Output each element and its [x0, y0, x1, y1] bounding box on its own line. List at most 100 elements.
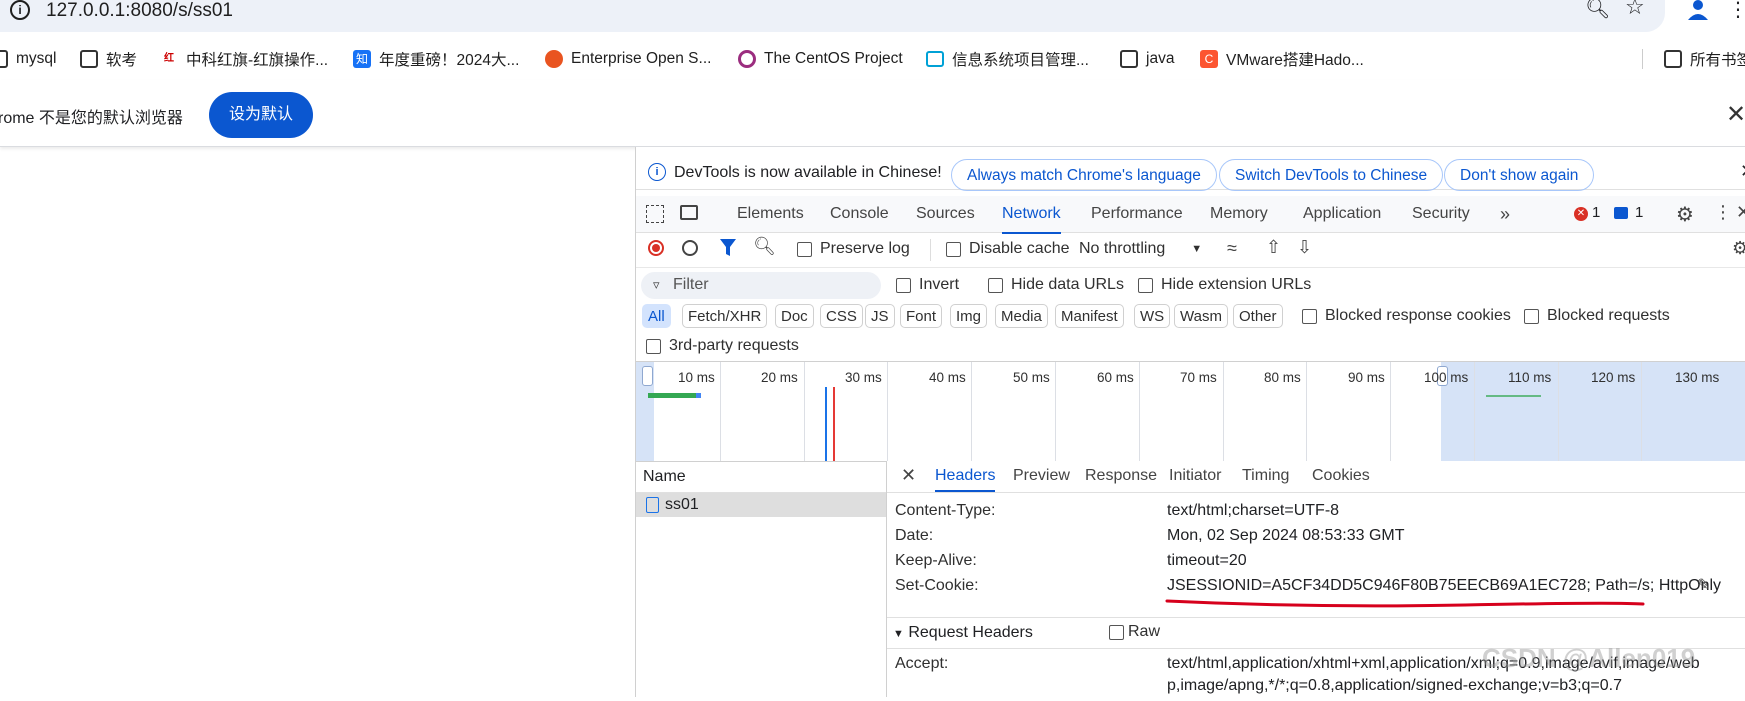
type-filter-img[interactable]: Img	[950, 304, 988, 328]
hide-data-urls-checkbox[interactable]: Hide data URLs	[988, 276, 1124, 294]
type-filter-css[interactable]: CSS	[820, 304, 863, 328]
close-icon[interactable]: ✕	[1740, 161, 1745, 182]
bookmark-java[interactable]: java	[1120, 44, 1174, 74]
type-filter-manifest[interactable]: Manifest	[1055, 304, 1124, 328]
type-filter-fetch[interactable]: Fetch/XHR	[682, 304, 768, 328]
name-column-header[interactable]: Name	[643, 468, 686, 486]
bookmark-star-icon[interactable]: ☆	[1625, 0, 1645, 20]
tab-headers[interactable]: Headers	[935, 461, 996, 492]
tab-initiator[interactable]: Initiator	[1169, 461, 1221, 490]
filter-input[interactable]: ▿ Filter	[641, 272, 881, 299]
more-options-icon[interactable]: ⋮	[1714, 202, 1732, 223]
bookmark-all[interactable]: 所有书签	[1664, 44, 1745, 74]
type-filter-other[interactable]: Other	[1233, 304, 1283, 328]
timeline-left-handle[interactable]	[642, 366, 653, 386]
header-key: Set-Cookie:	[895, 577, 979, 594]
network-conditions-icon[interactable]: ≈	[1227, 238, 1237, 259]
bookmark-divider	[1642, 49, 1643, 69]
network-overview-timeline[interactable]: 10 ms 20 ms 30 ms 40 ms 50 ms 60 ms 70 m…	[636, 361, 1745, 462]
tab-sources[interactable]: Sources	[916, 196, 975, 232]
tab-console[interactable]: Console	[830, 196, 889, 232]
set-default-button[interactable]: 设为默认	[209, 92, 313, 138]
error-count[interactable]: 1	[1592, 204, 1600, 221]
filter-icon[interactable]	[720, 239, 736, 262]
disable-cache-checkbox[interactable]: Disable cache	[946, 240, 1070, 258]
tab-performance[interactable]: Performance	[1091, 196, 1183, 232]
grid-line	[720, 362, 721, 461]
upload-icon[interactable]: ⇧	[1266, 237, 1281, 258]
blocked-cookies-checkbox[interactable]: Blocked response cookies	[1302, 307, 1511, 325]
type-filter-font[interactable]: Font	[900, 304, 943, 328]
settings-gear-icon[interactable]: ⚙	[1676, 202, 1694, 227]
more-tabs-icon[interactable]: »	[1500, 196, 1510, 232]
download-icon[interactable]: ⇩	[1297, 237, 1312, 258]
search-icon[interactable]: 🔍︎	[753, 236, 776, 257]
tab-elements[interactable]: Elements	[737, 196, 804, 232]
url-text[interactable]: 127.0.0.1:8080/s/ss01	[46, 0, 233, 24]
inspect-element-icon[interactable]	[646, 205, 664, 223]
tab-cookies[interactable]: Cookies	[1312, 461, 1370, 490]
type-filter-wasm[interactable]: Wasm	[1174, 304, 1228, 328]
switch-to-chinese-button[interactable]: Switch DevTools to Chinese	[1219, 159, 1444, 191]
checkbox[interactable]	[1138, 277, 1153, 293]
profile-avatar-icon[interactable]	[1686, 0, 1710, 20]
always-match-language-button[interactable]: Always match Chrome's language	[951, 159, 1217, 191]
tab-memory[interactable]: Memory	[1210, 196, 1268, 232]
bookmark-hongqi[interactable]: 红中科红旗-红旗操作...	[160, 44, 328, 74]
checkbox[interactable]	[896, 277, 911, 293]
type-filter-media[interactable]: Media	[995, 304, 1048, 328]
bookmark-zhihu[interactable]: 知年度重磅！2024大...	[353, 44, 519, 74]
type-filter-doc[interactable]: Doc	[775, 304, 814, 328]
checkbox[interactable]	[646, 338, 661, 354]
tab-timing[interactable]: Timing	[1242, 461, 1289, 490]
request-bar-selected	[1486, 395, 1541, 397]
request-name[interactable]: ss01	[665, 496, 699, 514]
omnibox[interactable]: i 127.0.0.1:8080/s/ss01 🔍︎ ☆	[0, 0, 1665, 32]
bookmark-xinxi[interactable]: 信息系统项目管理...	[926, 44, 1089, 74]
clear-icon[interactable]	[682, 240, 698, 256]
request-headers-toggle[interactable]: ▼ Request Headers	[893, 624, 1033, 642]
bookmark-mysql[interactable]: mysql	[0, 44, 56, 74]
type-filter-ws[interactable]: WS	[1134, 304, 1171, 328]
blocked-requests-checkbox[interactable]: Blocked requests	[1524, 307, 1670, 325]
message-icon[interactable]	[1614, 207, 1628, 219]
network-settings-icon[interactable]: ⚙	[1732, 238, 1745, 259]
checkbox[interactable]	[1302, 308, 1317, 324]
close-icon[interactable]: ✕	[1726, 100, 1745, 129]
zoom-icon[interactable]: 🔍︎	[1585, 0, 1610, 21]
checkbox[interactable]	[946, 241, 961, 257]
edit-pencil-icon[interactable]: ✎	[1697, 575, 1710, 595]
bookmark-label: 信息系统项目管理...	[952, 52, 1089, 69]
raw-checkbox[interactable]: Raw	[1109, 623, 1160, 641]
tab-security[interactable]: Security	[1412, 196, 1470, 232]
tab-application[interactable]: Application	[1303, 196, 1381, 232]
throttling-select[interactable]: No throttling ▼	[1079, 240, 1202, 258]
bookmark-enterprise[interactable]: Enterprise Open S...	[545, 44, 711, 74]
close-icon[interactable]: ✕	[901, 465, 916, 486]
checkbox[interactable]	[1524, 308, 1539, 324]
checkbox[interactable]	[1109, 624, 1124, 640]
message-count[interactable]: 1	[1635, 204, 1643, 221]
error-icon[interactable]: ✕	[1574, 207, 1588, 221]
site-info-icon[interactable]: i	[10, 0, 30, 20]
chrome-menu-icon[interactable]: ⋮	[1728, 0, 1745, 20]
bookmark-ruankao[interactable]: 软考	[80, 44, 137, 74]
tab-response[interactable]: Response	[1085, 461, 1157, 490]
record-icon[interactable]	[648, 240, 664, 256]
type-filter-all[interactable]: All	[642, 304, 671, 328]
hide-extension-urls-checkbox[interactable]: Hide extension URLs	[1138, 276, 1311, 294]
checkbox[interactable]	[797, 241, 812, 257]
type-filter-js[interactable]: JS	[865, 304, 895, 328]
preserve-log-checkbox[interactable]: Preserve log	[797, 240, 910, 258]
invert-checkbox[interactable]: Invert	[896, 276, 959, 294]
request-row[interactable]: ss01	[636, 493, 886, 517]
tab-preview[interactable]: Preview	[1013, 461, 1070, 490]
close-devtools-icon[interactable]: ✕	[1736, 202, 1745, 223]
third-party-checkbox[interactable]: 3rd-party requests	[646, 337, 799, 355]
bookmark-centos[interactable]: The CentOS Project	[738, 44, 903, 74]
checkbox[interactable]	[988, 277, 1003, 293]
tab-network[interactable]: Network	[1002, 196, 1061, 234]
dont-show-again-button[interactable]: Don't show again	[1444, 159, 1595, 191]
device-toolbar-icon[interactable]	[680, 205, 698, 220]
bookmark-vmware[interactable]: C VMware搭建Hado...	[1200, 44, 1364, 74]
